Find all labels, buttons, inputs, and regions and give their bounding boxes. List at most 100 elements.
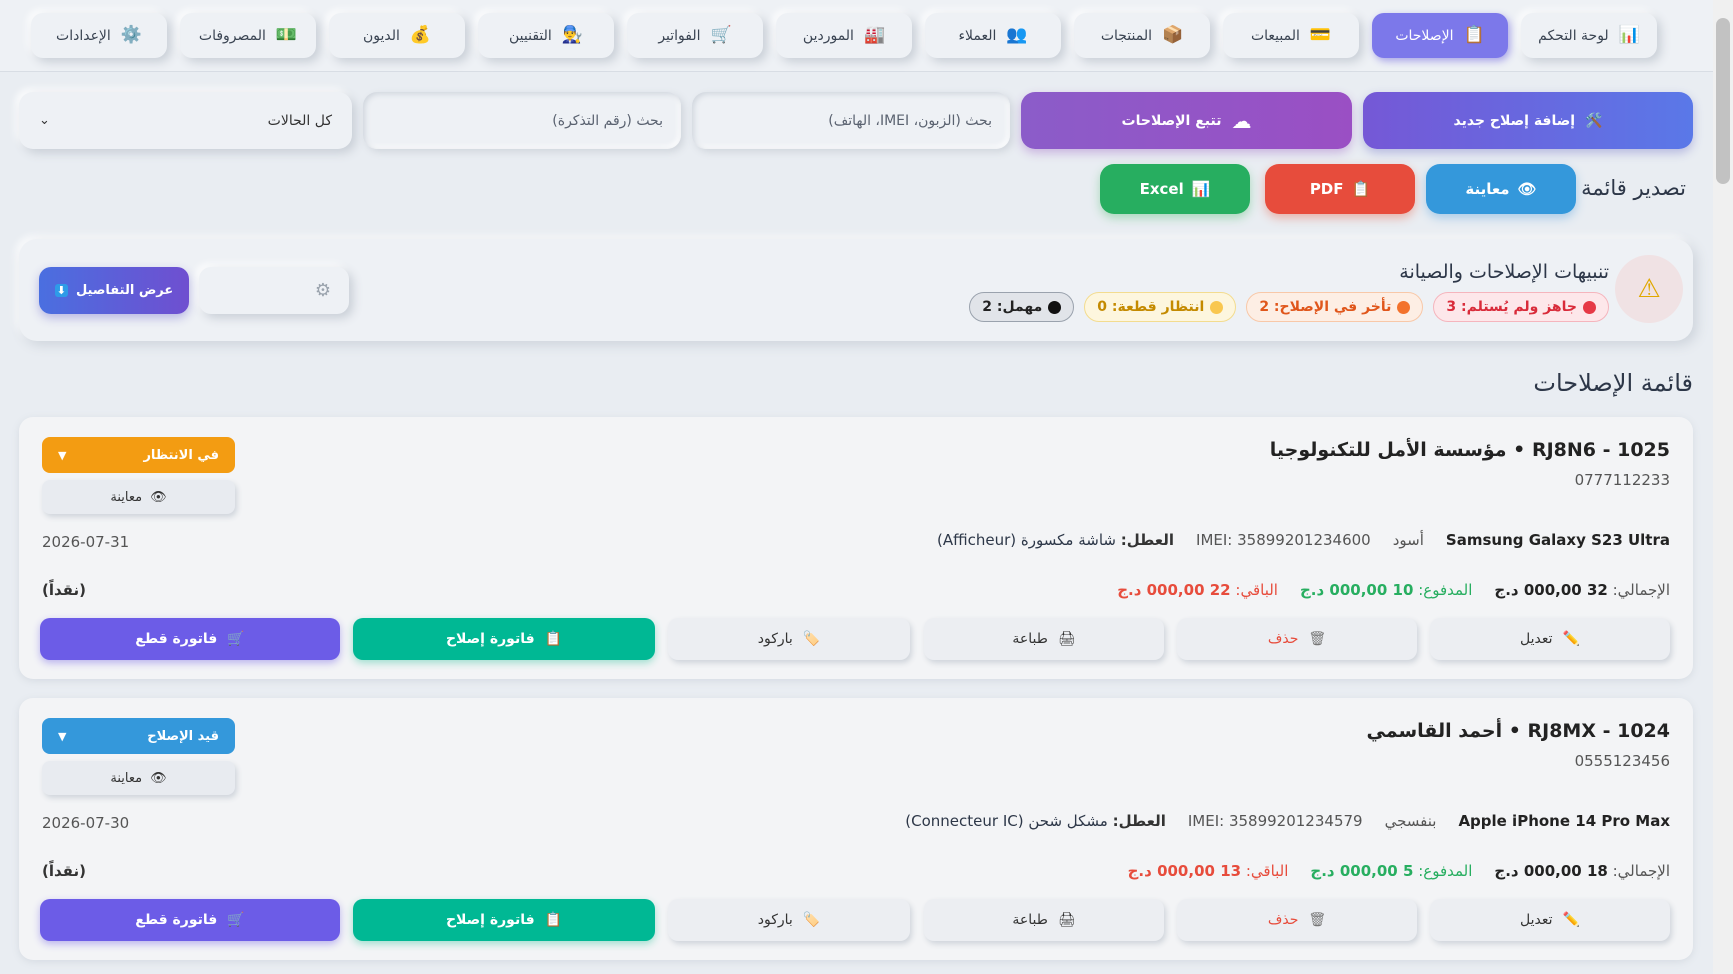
nav-settings-label: الإعدادات xyxy=(56,27,111,44)
caret-down-icon: ▼ xyxy=(58,729,67,743)
paid-amount: المدفوع: 5 000,00 د.ج xyxy=(1310,862,1472,880)
nav-products-icon: 📦 xyxy=(1162,25,1184,45)
page-scrollbar[interactable] xyxy=(1713,0,1733,974)
nav-technicians-icon: 👨‍🔧 xyxy=(561,25,583,45)
track-repairs-button[interactable]: ☁ تتبع الإصلاحات xyxy=(1021,92,1352,149)
nav-clients-icon: 👥 xyxy=(1006,25,1028,45)
delete-button[interactable]: 🗑 حذف xyxy=(1177,899,1417,941)
alert-chip-label: مهمل: 2 xyxy=(982,299,1043,315)
repair-preview-button[interactable]: 👁 معاينة xyxy=(42,480,235,514)
alert-chip[interactable]: مهمل: 2 xyxy=(969,292,1075,322)
barcode-button[interactable]: 🏷️ باركود xyxy=(668,618,910,660)
alert-chips: جاهز ولم يُستلم: 3 تأخر في الإصلاح: 2 انتظ… xyxy=(969,292,1609,322)
nav-suppliers-icon: 🏭 xyxy=(863,25,886,45)
edit-label: تعديل xyxy=(1520,912,1553,928)
trash-icon: 🗑 xyxy=(1308,631,1327,647)
print-button[interactable]: 🖨 طباعة xyxy=(924,899,1164,941)
tag-icon: 🏷️ xyxy=(802,912,821,928)
nav-technicians[interactable]: 👨‍🔧 التقنيين xyxy=(478,13,614,58)
total-value: 32 000,00 د.ج xyxy=(1494,581,1608,599)
repairs-list-title: قائمة الإصلاحات xyxy=(1533,369,1693,397)
repair-date: 2026-07-30 xyxy=(42,814,130,832)
alerts-settings-field[interactable]: ⚙ xyxy=(199,267,349,314)
nav-dashboard[interactable]: 📊 لوحة التحكم xyxy=(1521,13,1657,58)
rest-value: 13 000,00 د.ج xyxy=(1127,862,1242,880)
status-dropdown[interactable]: قيد الإصلاح ▼ xyxy=(42,718,235,754)
cloud-upload-icon: ☁ xyxy=(1231,108,1252,133)
cart-icon: 🛒 xyxy=(227,912,245,928)
export-pdf-label: PDF xyxy=(1309,180,1344,198)
client-phone: 0555123456 xyxy=(1574,752,1670,770)
pencil-icon: ✏️ xyxy=(1562,631,1580,647)
payment-method: (نقداً) xyxy=(42,862,86,880)
repair-invoice-button[interactable]: 📋 فاتورة إصلاح xyxy=(353,899,655,941)
nav-settings[interactable]: ⚙️ الإعدادات xyxy=(31,13,167,58)
edit-label: تعديل xyxy=(1520,631,1553,647)
client-phone: 0777112233 xyxy=(1574,471,1670,489)
alert-chip[interactable]: انتظار قطعة: 0 xyxy=(1084,292,1237,322)
add-repair-label: إضافة إصلاح جديد xyxy=(1453,112,1576,129)
nav-repairs[interactable]: 📋 الإصلاحات xyxy=(1372,13,1508,58)
nav-dashboard-icon: 📊 xyxy=(1618,25,1640,45)
alert-chip[interactable]: جاهز ولم يُستلم: 3 xyxy=(1433,292,1609,322)
export-pdf-button[interactable]: 📋 PDF xyxy=(1265,164,1415,214)
nav-debts[interactable]: 💰 الديون xyxy=(329,13,465,58)
nav-products[interactable]: 📦 المنتجات xyxy=(1074,13,1210,58)
parts-invoice-button[interactable]: 🛒 فاتورة قطع xyxy=(40,618,340,660)
nav-clients[interactable]: 👥 العملاء xyxy=(925,13,1061,58)
status-filter-select[interactable]: كل الحالات ⌄ xyxy=(19,92,352,149)
repair-card: 1024 - RJ8MX • أحمد القاسمي 0555123456 ق… xyxy=(19,698,1693,960)
clipboard-icon: 📋 xyxy=(544,912,563,928)
search-ticket-input[interactable] xyxy=(363,92,681,149)
show-details-button[interactable]: عرض التفاصيل ⬇ xyxy=(39,267,189,314)
alerts-panel: ⚠ تنبيهات الإصلاحات والصيانة جاهز ولم يُ… xyxy=(19,239,1693,341)
device-imei: IMEI: 35899201234579 xyxy=(1187,812,1363,830)
edit-button[interactable]: ✏️ تعديل xyxy=(1430,618,1670,660)
nav-invoices[interactable]: 🛒 الفواتير xyxy=(627,13,763,58)
nav-sales[interactable]: 💳 المبيعات xyxy=(1223,13,1359,58)
total-value: 18 000,00 د.ج xyxy=(1494,862,1608,880)
search-client-input[interactable] xyxy=(692,92,1010,149)
repair-invoice-button[interactable]: 📋 فاتورة إصلاح xyxy=(353,618,655,660)
clipboard-icon: 📋 xyxy=(1351,180,1371,198)
scrollbar-thumb[interactable] xyxy=(1716,18,1730,184)
repair-date: 2026-07-31 xyxy=(42,533,130,551)
nav-expenses[interactable]: 💵 المصروفات xyxy=(180,13,316,58)
details-label: عرض التفاصيل xyxy=(75,283,174,298)
alert-chip[interactable]: تأخر في الإصلاح: 2 xyxy=(1246,292,1424,322)
nav-suppliers[interactable]: 🏭 الموردين xyxy=(776,13,912,58)
print-button[interactable]: 🖨 طباعة xyxy=(924,618,1164,660)
nav-suppliers-label: الموردين xyxy=(802,27,854,44)
add-repair-button[interactable]: 🛠️ إضافة إصلاح جديد xyxy=(1363,92,1693,149)
repair-preview-button[interactable]: 👁 معاينة xyxy=(42,761,235,795)
export-preview-label: معاينة xyxy=(1465,180,1510,198)
status-label: في الانتظار xyxy=(143,447,219,463)
status-label: قيد الإصلاح xyxy=(147,728,219,744)
device-color: أسود xyxy=(1392,531,1424,549)
parts-invoice-label: فاتورة قطع xyxy=(135,912,218,928)
parts-invoice-button[interactable]: 🛒 فاتورة قطع xyxy=(40,899,340,941)
export-excel-button[interactable]: 📊 Excel xyxy=(1100,164,1250,214)
device-info: Apple iPhone 14 Pro Max بنفسجي IMEI: 358… xyxy=(905,812,1670,830)
delete-button[interactable]: 🗑 حذف xyxy=(1177,618,1417,660)
repair-title: 1025 - RJ8N6 • مؤسسة الأمل للتكنولوجيا xyxy=(1269,439,1670,461)
top-navigation: 📊 لوحة التحكم 📋 الإصلاحات 💳 المبيعات 📦 المنتجات… xyxy=(0,0,1713,72)
repair-invoice-label: فاتورة إصلاح xyxy=(445,912,535,928)
tools-icon: 🛠️ xyxy=(1585,112,1603,129)
status-dropdown[interactable]: في الانتظار ▼ xyxy=(42,437,235,473)
chart-icon: 📊 xyxy=(1191,180,1211,198)
parts-invoice-label: فاتورة قطع xyxy=(135,631,218,647)
fault-label: العطل: xyxy=(1112,812,1166,830)
nav-sales-icon: 💳 xyxy=(1309,25,1332,45)
payment-summary: الإجمالي: 18 000,00 د.ج المدفوع: 5 000,0… xyxy=(1128,862,1670,880)
export-preview-button[interactable]: 👁 معاينة xyxy=(1426,164,1576,214)
nav-settings-icon: ⚙️ xyxy=(120,25,142,45)
edit-button[interactable]: ✏️ تعديل xyxy=(1430,899,1670,941)
nav-expenses-label: المصروفات xyxy=(198,27,266,44)
cart-icon: 🛒 xyxy=(227,631,245,647)
track-repairs-label: تتبع الإصلاحات xyxy=(1121,112,1222,129)
nav-expenses-icon: 💵 xyxy=(275,25,298,45)
printer-icon: 🖨 xyxy=(1057,631,1076,647)
device-fault: العطل: شاشة مكسورة (Afficheur) xyxy=(937,531,1174,549)
barcode-button[interactable]: 🏷️ باركود xyxy=(668,899,910,941)
